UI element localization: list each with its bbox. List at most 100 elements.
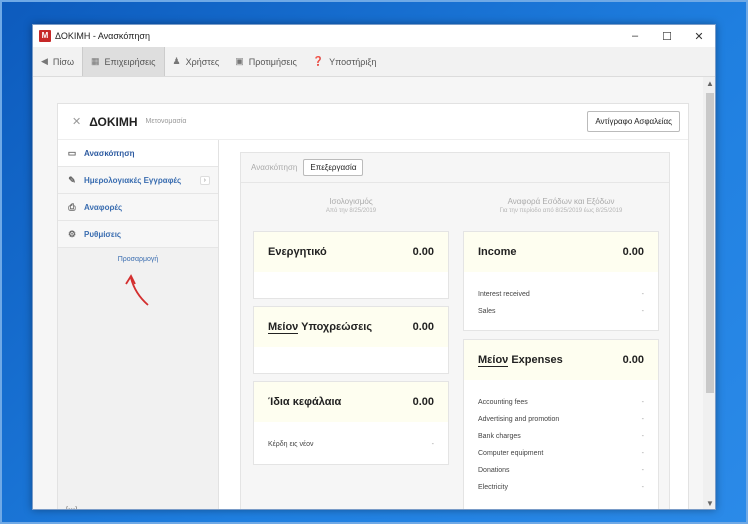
embed-icon[interactable]: [•••] <box>66 507 77 509</box>
income-card[interactable]: Income 0.00 Interest received - Sales - <box>463 231 659 331</box>
toolbar-back-label: Πίσω <box>52 56 75 67</box>
toolbar-preferences-label: Προτιμήσεις <box>248 56 297 67</box>
expenses-row: Electricity - <box>464 479 658 496</box>
equity-row: Κέρδη εις νέον - <box>254 436 448 453</box>
assets-card-header: Ενεργητικό 0.00 <box>254 232 448 272</box>
expenses-row: Bank charges - <box>464 428 658 445</box>
income-statement-subtitle: Για την περίοδο από 8/25/2019 έως 8/25/2… <box>499 208 623 214</box>
building-icon: ▦ <box>91 56 100 66</box>
toolbar-support[interactable]: ❓ Υποστήριξη <box>305 47 385 76</box>
expenses-row-value: - <box>641 433 644 440</box>
gears-icon: ⚙ <box>67 228 77 239</box>
title-bar: M ΔΟΚΙΜΗ - Ανασκόπηση – ☐ ✕ <box>33 25 715 47</box>
nav-item-label: Ρυθμίσεις <box>84 229 122 239</box>
toolbar-back[interactable]: ◀ Πίσω <box>33 47 82 76</box>
expenses-row-label: Electricity <box>478 484 508 491</box>
nav-item-badge: › <box>199 175 210 185</box>
app-window: M ΔΟΚΙΜΗ - Ανασκόπηση – ☐ ✕ ◀ Πίσω ▦ Επι… <box>32 24 716 510</box>
liabilities-card-header: Μείον Υποχρεώσεις 0.00 <box>254 307 448 347</box>
expenses-row-label: Accounting fees <box>478 399 528 406</box>
close-button[interactable]: ✕ <box>683 25 715 47</box>
income-card-header: Income 0.00 <box>464 232 658 272</box>
scroll-thumb[interactable] <box>706 93 714 393</box>
scroll-down-icon[interactable]: ▼ <box>703 497 715 509</box>
scroll-up-icon[interactable]: ▲ <box>703 77 715 91</box>
toolbar-support-label: Υποστήριξη <box>329 56 377 67</box>
printer-icon: ⎙ <box>68 201 76 212</box>
income-row: Interest received - <box>464 286 658 303</box>
desktop-background: M ΔΟΚΙΜΗ - Ανασκόπηση – ☐ ✕ ◀ Πίσω ▦ Επι… <box>0 0 748 524</box>
edit-button[interactable]: Επεξεργασία <box>303 159 364 176</box>
maximize-button[interactable]: ☐ <box>651 25 683 47</box>
left-nav: ▭ Ανασκόπηση ✎ Ημερολογιακές Εγγραφές › … <box>58 140 219 509</box>
preferences-icon: ▣ <box>235 56 244 66</box>
close-company-icon[interactable]: ✕ <box>72 115 81 128</box>
toolbar-businesses[interactable]: ▦ Επιχειρήσεις <box>82 47 165 76</box>
expenses-row: Donations - <box>464 462 658 479</box>
expenses-row-value: - <box>641 467 644 474</box>
expenses-row-value: - <box>641 484 644 491</box>
assets-title: Ενεργητικό <box>268 246 327 258</box>
content-area: ✕ ΔΟΚΙΜΗ Μετονομασία Αντίγραφο Ασφαλείας… <box>33 77 703 509</box>
assets-card[interactable]: Ενεργητικό 0.00 <box>253 231 449 299</box>
nav-item-label: Αναφορές <box>84 202 123 212</box>
liabilities-value: 0.00 <box>412 321 434 333</box>
liabilities-prefix: Μείον <box>268 321 299 334</box>
nav-item-journal-entries[interactable]: ✎ Ημερολογιακές Εγγραφές › <box>58 167 218 194</box>
toolbar-users[interactable]: ♟ Χρήστες <box>165 47 228 76</box>
minimize-icon: – <box>631 30 639 42</box>
income-row-label: Sales <box>478 308 496 315</box>
window-title: ΔΟΚΙΜΗ - Ανασκόπηση <box>55 31 150 41</box>
customize-link[interactable]: Προσαρμογή <box>58 256 218 263</box>
expenses-row-label: Computer equipment <box>478 450 544 457</box>
expenses-row-value: - <box>641 450 644 457</box>
income-value: 0.00 <box>622 246 644 258</box>
equity-card[interactable]: Ίδια κεφάλαια 0.00 Κέρδη εις νέον - <box>253 381 449 465</box>
income-row-value: - <box>641 308 644 315</box>
expenses-row-label: Advertising and promotion <box>478 416 560 423</box>
overview-tab-label: Ανασκόπηση <box>251 163 298 172</box>
backup-button[interactable]: Αντίγραφο Ασφαλείας <box>587 111 680 132</box>
expenses-card[interactable]: Μείον Expenses 0.00 Accounting fees - Ad… <box>463 339 659 509</box>
main-toolbar: ◀ Πίσω ▦ Επιχειρήσεις ♟ Χρήστες ▣ Προτιμ… <box>33 47 715 77</box>
expenses-label: Expenses <box>511 354 563 366</box>
expenses-row-label: Bank charges <box>478 433 521 440</box>
help-icon: ❓ <box>312 56 325 66</box>
minimize-button[interactable]: – <box>619 25 651 47</box>
income-statement-title: Αναφορά Εσόδων και Εξόδων <box>507 197 615 206</box>
close-icon: ✕ <box>694 30 704 43</box>
nav-item-overview[interactable]: ▭ Ανασκόπηση <box>58 140 218 167</box>
expenses-row: Computer equipment - <box>464 445 658 462</box>
nav-item-reports[interactable]: ⎙ Αναφορές <box>58 194 218 221</box>
toolbar-preferences[interactable]: ▣ Προτιμήσεις <box>227 47 305 76</box>
vertical-scrollbar[interactable]: ▲ ▼ <box>703 77 715 509</box>
liabilities-card[interactable]: Μείον Υποχρεώσεις 0.00 <box>253 306 449 374</box>
back-icon: ◀ <box>41 56 48 66</box>
expenses-row-value: - <box>641 416 644 423</box>
rename-link[interactable]: Μετονομασία <box>146 118 588 125</box>
expenses-row-value: - <box>641 399 644 406</box>
equity-row-value: - <box>431 441 434 448</box>
nav-item-settings[interactable]: ⚙ Ρυθμίσεις <box>58 221 218 248</box>
red-arrow-annotation <box>125 274 149 306</box>
expenses-prefix: Μείον <box>478 354 509 367</box>
nav-item-label: Ανασκόπηση <box>84 148 135 158</box>
expenses-value: 0.00 <box>622 354 644 366</box>
overview-area: Ανασκόπηση Επεξεργασία Ισολογισμός Από τ… <box>240 152 670 509</box>
expenses-row: Accounting fees - <box>464 394 658 411</box>
equity-card-header: Ίδια κεφάλαια 0.00 <box>254 382 448 422</box>
app-logo-icon: M <box>39 30 51 42</box>
liabilities-title: Μείον Υποχρεώσεις <box>268 321 373 334</box>
balance-sheet-header: Ισολογισμός Από την 8/25/2019 <box>253 197 449 214</box>
balance-sheet-title: Ισολογισμός <box>329 197 373 206</box>
users-icon: ♟ <box>172 56 181 66</box>
overview-tabs: Ανασκόπηση Επεξεργασία <box>241 153 669 183</box>
income-row-value: - <box>641 291 644 298</box>
liabilities-label: Υποχρεώσεις <box>301 321 373 333</box>
equity-row-label: Κέρδη εις νέον <box>268 441 314 448</box>
income-row-label: Interest received <box>478 291 530 298</box>
expenses-title: Μείον Expenses <box>478 354 563 367</box>
expenses-row-label: Donations <box>478 467 510 474</box>
equity-title: Ίδια κεφάλαια <box>268 396 342 408</box>
company-header: ✕ ΔΟΚΙΜΗ Μετονομασία Αντίγραφο Ασφαλείας <box>58 104 688 140</box>
